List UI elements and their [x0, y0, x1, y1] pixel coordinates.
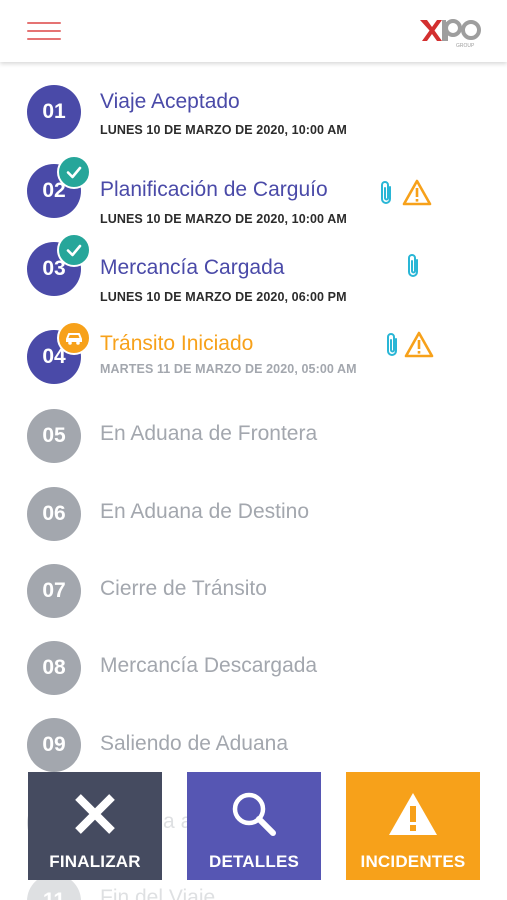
step-title: Mercancía Cargada: [100, 256, 285, 279]
detalles-label: DETALLES: [208, 852, 300, 871]
incidentes-button[interactable]: INCIDENTES: [346, 772, 480, 880]
step-title: Cierre de Tránsito: [100, 577, 267, 600]
finalizar-button[interactable]: FINALIZAR: [28, 772, 162, 880]
warning-icon: [387, 790, 439, 838]
step-title: Saliendo de Aduana: [100, 732, 289, 755]
timeline-step-08[interactable]: 08 Mercancía Descargada: [0, 641, 507, 711]
timeline-step-01[interactable]: 01 Viaje Aceptado LUNES 10 DE MARZO DE 2…: [0, 85, 507, 155]
step-title: Tránsito Iniciado: [100, 332, 254, 355]
step-number-circle: 05: [27, 409, 81, 463]
step-title: Mercancía Descargada: [100, 654, 318, 677]
step-number-circle: 06: [27, 487, 81, 541]
check-icon: [57, 233, 91, 267]
close-icon: [72, 790, 118, 838]
paperclip-icon[interactable]: [404, 253, 424, 279]
logo-sub-text: GROUP: [456, 43, 475, 48]
step-date: MARTES 11 DE MARZO DE 2020, 05:00 AM: [100, 362, 357, 376]
step-title: Viaje Aceptado: [100, 90, 240, 113]
timeline-step-04[interactable]: 04 Tránsito Iniciado MARTES 11 DE MARZO …: [0, 321, 507, 400]
incidentes-label: INCIDENTES: [360, 852, 466, 871]
warning-icon[interactable]: [404, 331, 434, 358]
step-title: En Aduana de Frontera: [100, 422, 318, 445]
step-date: LUNES 10 DE MARZO DE 2020, 10:00 AM: [100, 123, 347, 137]
timeline-step-07[interactable]: 07 Cierre de Tránsito: [0, 564, 507, 634]
detalles-button[interactable]: DETALLES: [187, 772, 321, 880]
step-date: LUNES 10 DE MARZO DE 2020, 06:00 PM: [100, 290, 347, 304]
warning-icon[interactable]: [402, 179, 432, 206]
top-bar: GROUP: [0, 0, 507, 62]
step-number-circle: 08: [27, 641, 81, 695]
timeline-step-06[interactable]: 06 En Aduana de Destino: [0, 487, 507, 557]
action-bar: FINALIZAR DETALLES INCIDENTES: [0, 770, 507, 882]
step-number-circle: 09: [27, 718, 81, 772]
step-number-circle: 07: [27, 564, 81, 618]
timeline-step-02[interactable]: 02 Planificación de Carguío LUNES 10 DE …: [0, 155, 507, 234]
timeline-step-05[interactable]: 05 En Aduana de Frontera: [0, 409, 507, 479]
timeline-step-03[interactable]: 03 Mercancía Cargada LUNES 10 DE MARZO D…: [0, 233, 507, 312]
paperclip-icon[interactable]: [377, 180, 397, 206]
xpo-logo: GROUP: [420, 19, 481, 48]
step-date: LUNES 10 DE MARZO DE 2020, 10:00 AM: [100, 212, 347, 226]
hamburger-icon[interactable]: [27, 22, 61, 42]
search-icon: [230, 790, 278, 838]
step-number-circle: 01: [27, 85, 81, 139]
paperclip-icon[interactable]: [383, 332, 403, 358]
truck-icon: [57, 321, 91, 355]
step-title: Fin del Viaje: [100, 886, 216, 900]
step-title: Planificación de Carguío: [100, 178, 328, 201]
step-title: En Aduana de Destino: [100, 500, 309, 523]
check-icon: [57, 155, 91, 189]
finalizar-label: FINALIZAR: [49, 852, 141, 871]
